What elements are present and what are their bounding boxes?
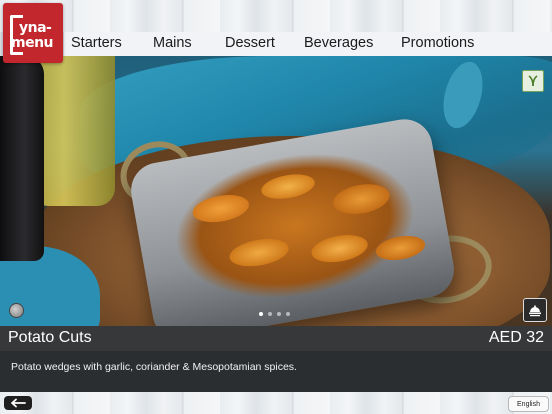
dish-name: Potato Cuts	[8, 329, 92, 346]
nav-item-beverages[interactable]: Beverages	[304, 35, 373, 51]
photo-pepper-grinder	[0, 56, 44, 261]
back-button[interactable]	[4, 396, 32, 410]
category-nav: Starters Mains Dessert Beverages Promoti…	[64, 32, 552, 56]
nav-item-promotions[interactable]: Promotions	[401, 35, 474, 51]
carousel-indicators	[259, 312, 290, 316]
language-button[interactable]: English	[508, 396, 549, 412]
dish-description: Potato wedges with garlic, coriander & M…	[11, 361, 297, 373]
dish-price: AED 32	[488, 329, 544, 346]
dyna-menu-logo: yna- menu	[3, 3, 63, 63]
dish-description-panel: Potato wedges with garlic, coriander & M…	[0, 351, 552, 392]
carousel-dot-4[interactable]	[286, 312, 290, 316]
logo-text-line2: menu	[11, 35, 54, 51]
vegetarian-leaf-icon	[522, 70, 544, 92]
dish-title-bar: Potato Cuts AED 32	[0, 326, 552, 351]
nav-item-starters[interactable]: Starters	[71, 35, 122, 51]
cloche-icon	[529, 305, 541, 317]
carousel-dot-2[interactable]	[268, 312, 272, 316]
logo-text-line1: yna-	[19, 20, 52, 36]
carousel-dot-3[interactable]	[277, 312, 281, 316]
carousel-dot-1[interactable]	[259, 312, 263, 316]
top-background	[0, 0, 552, 32]
info-button[interactable]	[9, 303, 24, 318]
nav-item-mains[interactable]: Mains	[153, 35, 192, 51]
add-to-order-button[interactable]	[523, 298, 547, 322]
bottom-background	[0, 392, 552, 414]
dish-photo[interactable]	[0, 56, 552, 326]
nav-item-dessert[interactable]: Dessert	[225, 35, 275, 51]
arrow-left-icon	[11, 398, 26, 408]
